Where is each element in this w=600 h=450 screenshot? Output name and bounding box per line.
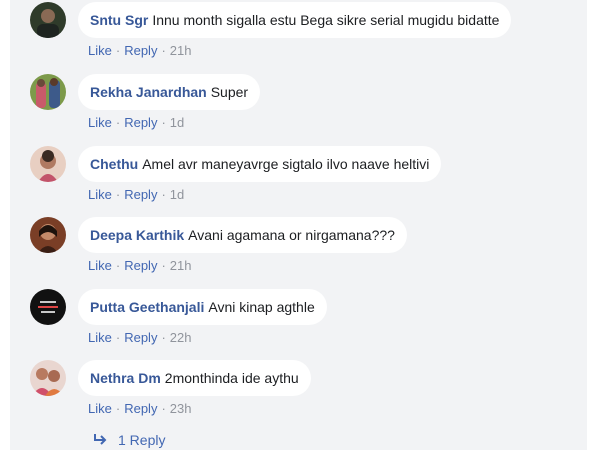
page-margin <box>587 0 600 450</box>
comment-actions: Like · Reply · 21h <box>88 43 192 58</box>
reply-link[interactable]: Reply <box>124 115 157 130</box>
reply-link[interactable]: Reply <box>124 330 157 345</box>
comment-actions: Like · Reply · 23h <box>88 401 192 416</box>
separator: · <box>161 115 166 130</box>
comment-bubble: Chethu Amel avr maneyavrge sigtalo ilvo … <box>78 146 442 182</box>
comment-bubble: Rekha Janardhan Super <box>78 74 261 110</box>
reply-link[interactable]: Reply <box>124 43 157 58</box>
comment-actions: Like · Reply · 21h <box>88 258 192 273</box>
avatar[interactable] <box>30 2 66 38</box>
comment-text: 2monthinda ide aythu <box>164 370 299 386</box>
like-link[interactable]: Like <box>88 330 112 345</box>
reply-link[interactable]: Reply <box>124 401 157 416</box>
comment-bubble: Deepa Karthik Avani agamana or nirgamana… <box>78 217 407 253</box>
like-link[interactable]: Like <box>88 401 112 416</box>
separator: · <box>161 330 166 345</box>
avatar[interactable] <box>30 146 66 182</box>
avatar[interactable] <box>30 360 66 396</box>
comment-timestamp[interactable]: 21h <box>170 258 192 273</box>
comment-actions: Like · Reply · 1d <box>88 187 184 202</box>
separator: · <box>115 258 121 273</box>
comment-timestamp[interactable]: 21h <box>170 43 192 58</box>
comment-author[interactable]: Putta Geethanjali <box>90 299 204 315</box>
avatar[interactable] <box>30 217 66 253</box>
like-link[interactable]: Like <box>88 43 112 58</box>
separator: · <box>161 187 166 202</box>
comment-author[interactable]: Deepa Karthik <box>90 227 184 243</box>
comment-author[interactable]: Chethu <box>90 156 138 172</box>
separator: · <box>161 43 166 58</box>
comment-timestamp[interactable]: 22h <box>170 330 192 345</box>
comment-timestamp[interactable]: 23h <box>170 401 192 416</box>
comment-actions: Like · Reply · 1d <box>88 115 184 130</box>
like-link[interactable]: Like <box>88 115 112 130</box>
avatar[interactable] <box>30 289 66 325</box>
comment-bubble: Putta Geethanjali Avni kinap agthle <box>78 289 327 325</box>
comment-author[interactable]: Nethra Dm <box>90 370 161 386</box>
replies-count-label[interactable]: 1 Reply <box>118 432 165 448</box>
separator: · <box>115 401 121 416</box>
comment-actions: Like · Reply · 22h <box>88 330 192 345</box>
comment-author[interactable]: Sntu Sgr <box>90 12 148 28</box>
separator: · <box>161 258 166 273</box>
separator: · <box>115 187 121 202</box>
separator: · <box>115 43 121 58</box>
like-link[interactable]: Like <box>88 187 112 202</box>
comment-text: Avani agamana or nirgamana??? <box>188 227 395 243</box>
comment-author[interactable]: Rekha Janardhan <box>90 84 207 100</box>
like-link[interactable]: Like <box>88 258 112 273</box>
comment-text: Amel avr maneyavrge sigtalo ilvo naave h… <box>142 156 430 172</box>
separator: · <box>115 115 121 130</box>
comment-text: Avni kinap agthle <box>208 299 315 315</box>
comment-text: Innu month sigalla estu Bega sikre seria… <box>152 12 500 28</box>
separator: · <box>161 401 166 416</box>
comment-bubble: Sntu Sgr Innu month sigalla estu Bega si… <box>78 2 512 38</box>
reply-link[interactable]: Reply <box>124 258 157 273</box>
reply-link[interactable]: Reply <box>124 187 157 202</box>
comment-timestamp[interactable]: 1d <box>170 187 184 202</box>
comments-panel: Sntu Sgr Innu month sigalla estu Bega si… <box>10 0 587 450</box>
comment-bubble: Nethra Dm 2monthinda ide aythu <box>78 360 311 396</box>
comment-timestamp[interactable]: 1d <box>170 115 184 130</box>
avatar[interactable] <box>30 74 66 110</box>
view-replies-link[interactable]: 1 Reply <box>92 432 165 448</box>
separator: · <box>115 330 121 345</box>
comment-text: Super <box>210 84 249 100</box>
reply-arrow-icon <box>94 434 107 445</box>
